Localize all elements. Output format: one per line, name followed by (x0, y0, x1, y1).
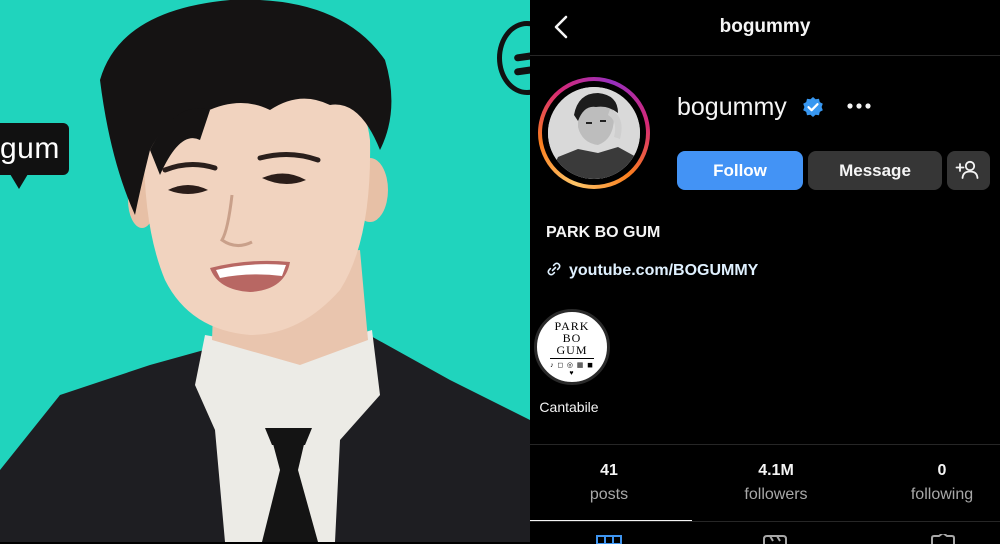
link-icon (547, 262, 561, 276)
avatar (548, 87, 640, 179)
grid-icon[interactable] (596, 534, 622, 544)
profile-full-name: PARK BO GUM (546, 224, 661, 241)
reels-icon[interactable] (762, 534, 788, 544)
stat-value: 41 (600, 462, 618, 479)
stat-followers[interactable]: 4.1M followers (716, 462, 836, 504)
story-highlight[interactable]: PARK BO GUM ♪ ◻ ◎ ▦ ◼ ♥ Cantabile (534, 309, 610, 415)
avatar-frame (542, 81, 646, 185)
highlight-cover: PARK BO GUM ♪ ◻ ◎ ▦ ◼ ♥ (534, 309, 610, 385)
profile-link[interactable]: youtube.com/BOGUMMY (546, 261, 758, 280)
top-bar: bogummy (530, 0, 1000, 56)
portrait-illustration (0, 0, 530, 542)
stat-label: followers (744, 486, 808, 503)
message-button[interactable]: Message (808, 151, 942, 190)
stat-value: 0 (937, 462, 947, 479)
avatar-photo (548, 87, 640, 179)
speech-bubble-text: gum (0, 132, 60, 165)
tagged-icon[interactable] (930, 534, 956, 544)
username: bogummy (677, 93, 787, 121)
stat-value: 4.1M (758, 462, 794, 479)
highlight-label: Cantabile (539, 399, 599, 415)
stat-label: following (910, 486, 974, 503)
highlight-logo-line: GUM (556, 343, 588, 357)
highlight-logo-divider (550, 358, 594, 359)
profile-link-text: youtube.com/BOGUMMY (569, 262, 759, 279)
more-horizontal-icon (847, 103, 871, 109)
video-thumbnail: gum (0, 0, 530, 542)
more-options-button[interactable] (845, 96, 875, 116)
suggested-users-button[interactable] (947, 151, 990, 190)
verified-badge-icon (803, 97, 823, 117)
stat-posts[interactable]: 41 posts (549, 462, 669, 504)
active-tab-indicator (530, 520, 692, 521)
highlight-logo-glyphs: ♪ ◻ ◎ ▦ ◼ ♥ (550, 361, 594, 377)
profile-stats: 41 posts 4.1M followers 0 following (530, 444, 1000, 522)
speech-bubble: gum (0, 123, 69, 189)
page-title: bogummy (719, 16, 811, 37)
highlight-logo: PARK BO GUM ♪ ◻ ◎ ▦ ◼ ♥ (547, 320, 597, 377)
profile-panel: bogummy bogummy Follow Message PARK BO G… (530, 0, 1000, 544)
story-ring[interactable] (538, 77, 650, 189)
stat-following[interactable]: 0 following (882, 462, 1000, 504)
follow-button[interactable]: Follow (677, 151, 803, 190)
stat-label: posts (589, 486, 629, 503)
add-user-icon (955, 160, 979, 179)
